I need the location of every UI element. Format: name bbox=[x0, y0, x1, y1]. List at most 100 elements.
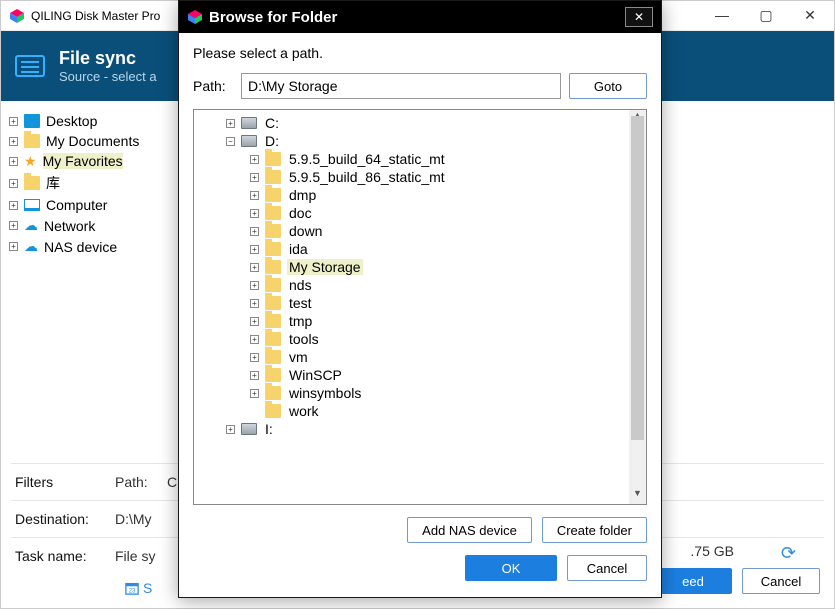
dialog-close-button[interactable]: ✕ bbox=[625, 7, 653, 27]
folder-icon bbox=[265, 224, 281, 238]
folder-icon bbox=[265, 314, 281, 328]
tree-label: My Storage bbox=[287, 259, 363, 275]
expand-icon[interactable]: + bbox=[250, 173, 259, 182]
folder-icon bbox=[265, 278, 281, 292]
expand-icon[interactable]: + bbox=[9, 221, 18, 230]
expand-icon[interactable]: + bbox=[250, 191, 259, 200]
tree-row-folder[interactable]: +test bbox=[202, 294, 646, 312]
tree-row-folder[interactable]: +nds bbox=[202, 276, 646, 294]
tree-label: WinSCP bbox=[287, 367, 344, 383]
tree-row-drive-c[interactable]: +C: bbox=[202, 114, 646, 132]
goto-button[interactable]: Goto bbox=[569, 73, 647, 99]
desktop-icon bbox=[24, 114, 40, 128]
browse-folder-dialog: Browse for Folder ✕ Please select a path… bbox=[178, 0, 662, 598]
expand-icon[interactable]: + bbox=[250, 299, 259, 308]
minimize-button[interactable]: — bbox=[712, 7, 732, 24]
path-label: Path: bbox=[115, 474, 167, 490]
tree-row-folder[interactable]: +5.9.5_build_64_static_mt bbox=[202, 150, 646, 168]
drive-icon bbox=[241, 423, 257, 435]
drive-icon bbox=[241, 135, 257, 147]
expand-spacer bbox=[250, 407, 259, 416]
expand-icon[interactable]: + bbox=[250, 155, 259, 164]
tree-label: D: bbox=[263, 133, 281, 149]
expand-icon[interactable]: + bbox=[250, 263, 259, 272]
folder-icon bbox=[265, 242, 281, 256]
expand-icon[interactable]: + bbox=[250, 353, 259, 362]
expand-icon[interactable]: + bbox=[226, 425, 235, 434]
tree-label: winsymbols bbox=[287, 385, 363, 401]
tree-row-folder[interactable]: + vm bbox=[202, 348, 646, 366]
proceed-button[interactable]: eed bbox=[654, 568, 732, 594]
expand-icon[interactable]: − bbox=[226, 137, 235, 146]
drive-icon bbox=[241, 117, 257, 129]
taskname-label: Task name: bbox=[15, 548, 115, 564]
expand-icon[interactable]: + bbox=[250, 389, 259, 398]
size-text: .75 GB bbox=[690, 543, 734, 559]
tree-scrollbar[interactable]: ▲ ▼ bbox=[629, 110, 646, 504]
tree-row-folder[interactable]: + WinSCP bbox=[202, 366, 646, 384]
expand-icon[interactable]: + bbox=[250, 281, 259, 290]
expand-icon[interactable]: + bbox=[9, 179, 18, 188]
folder-icon bbox=[24, 176, 40, 190]
tree-row-folder[interactable]: +dmp bbox=[202, 186, 646, 204]
expand-icon[interactable]: + bbox=[226, 119, 235, 128]
tree-row-drive-d[interactable]: − D: bbox=[202, 132, 646, 150]
expand-icon[interactable]: + bbox=[9, 117, 18, 126]
filters-label: Filters bbox=[15, 474, 115, 490]
tree-row-folder[interactable]: + down bbox=[202, 222, 646, 240]
dialog-cancel-button[interactable]: Cancel bbox=[567, 555, 647, 581]
tree-row-folder[interactable]: +tools bbox=[202, 330, 646, 348]
tree-label: vm bbox=[287, 349, 310, 365]
folder-icon bbox=[265, 152, 281, 166]
scroll-thumb[interactable] bbox=[631, 116, 644, 440]
expand-icon[interactable]: + bbox=[9, 201, 18, 210]
expand-icon[interactable]: + bbox=[250, 227, 259, 236]
task-title: File sync bbox=[59, 48, 157, 69]
taskname-value: File sy bbox=[115, 548, 155, 564]
window-controls: — ▢ ✕ bbox=[712, 7, 826, 24]
expand-icon[interactable]: + bbox=[250, 209, 259, 218]
tree-label: doc bbox=[287, 205, 314, 221]
folder-icon bbox=[24, 134, 40, 148]
cancel-button[interactable]: Cancel bbox=[742, 568, 820, 594]
ok-button[interactable]: OK bbox=[465, 555, 557, 581]
close-button[interactable]: ✕ bbox=[800, 7, 820, 24]
tree-row-folder[interactable]: + doc bbox=[202, 204, 646, 222]
expand-icon[interactable]: + bbox=[9, 137, 18, 146]
maximize-button[interactable]: ▢ bbox=[756, 7, 776, 24]
folder-icon bbox=[265, 188, 281, 202]
scroll-down-icon[interactable]: ▼ bbox=[629, 488, 646, 504]
folder-tree[interactable]: +C:−D:+5.9.5_build_64_static_mt+5.9.5_bu… bbox=[202, 114, 646, 438]
tree-row-folder[interactable]: +ida bbox=[202, 240, 646, 258]
tree-row-folder[interactable]: + winsymbols bbox=[202, 384, 646, 402]
tree-row-folder[interactable]: + My Storage bbox=[202, 258, 646, 276]
expand-icon[interactable]: + bbox=[9, 242, 18, 251]
dialog-titlebar: Browse for Folder ✕ bbox=[179, 1, 661, 33]
folder-icon bbox=[265, 206, 281, 220]
tree-label: tmp bbox=[287, 313, 314, 329]
tree-label: down bbox=[287, 223, 324, 239]
expand-icon[interactable]: + bbox=[250, 335, 259, 344]
expand-icon[interactable]: + bbox=[250, 245, 259, 254]
tree-label: 5.9.5_build_64_static_mt bbox=[287, 151, 447, 167]
tree-row-folder[interactable]: work bbox=[202, 402, 646, 420]
tree-label: Network bbox=[44, 218, 95, 234]
expand-icon[interactable]: + bbox=[250, 371, 259, 380]
tree-label: 5.9.5_build_86_static_mt bbox=[287, 169, 447, 185]
create-folder-button[interactable]: Create folder bbox=[542, 517, 647, 543]
tree-row-folder[interactable]: +5.9.5_build_86_static_mt bbox=[202, 168, 646, 186]
tree-row-drive-i[interactable]: +I: bbox=[202, 420, 646, 438]
folder-icon bbox=[265, 368, 281, 382]
dialog-logo-icon bbox=[187, 9, 203, 25]
path-input[interactable] bbox=[241, 73, 561, 99]
browse-dest-icon[interactable]: ⟳ bbox=[781, 543, 796, 564]
dialog-title: Browse for Folder bbox=[209, 9, 337, 26]
tree-label: work bbox=[287, 403, 321, 419]
app-logo-icon bbox=[9, 8, 25, 24]
path-label: Path: bbox=[193, 78, 233, 94]
tree-row-folder[interactable]: + tmp bbox=[202, 312, 646, 330]
expand-icon[interactable]: + bbox=[9, 157, 18, 166]
add-nas-button[interactable]: Add NAS device bbox=[407, 517, 532, 543]
expand-icon[interactable]: + bbox=[250, 317, 259, 326]
dialog-action-row-1: Add NAS device Create folder bbox=[193, 517, 647, 543]
